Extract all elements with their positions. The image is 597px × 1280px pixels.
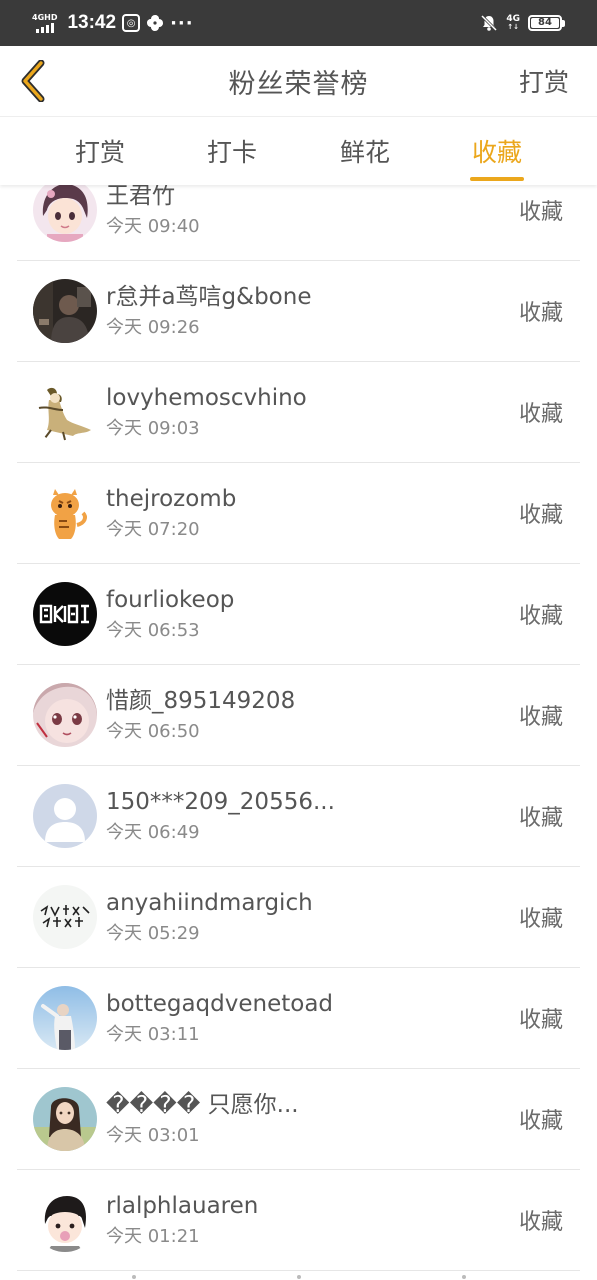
girl-photo-avatar[interactable]: [33, 1087, 97, 1151]
list-item[interactable]: lovyhemoscvhino 今天 09:03 收藏: [17, 362, 580, 463]
tab-checkin[interactable]: 打卡: [177, 117, 287, 185]
favorite-time: 今天 07:20: [106, 519, 200, 540]
action-label: 收藏: [518, 200, 563, 225]
page-title: 粉丝荣誉榜: [228, 68, 369, 100]
action-label: 收藏: [518, 806, 563, 831]
tab-flowers[interactable]: 鲜花: [310, 117, 420, 185]
tiger-cartoon-avatar[interactable]: [33, 481, 97, 545]
data-arrows: ↑↓: [507, 23, 520, 31]
tab-label: 鲜花: [339, 138, 390, 167]
battery-icon: 84: [528, 15, 565, 31]
anime-girl-avatar[interactable]: [33, 683, 97, 747]
fan-list[interactable]: 王君竹 今天 09:40 收藏 r怠并a茑唁g&bone 今天 09:26 收藏: [0, 185, 597, 1280]
action-label: 收藏: [518, 1210, 563, 1235]
tab-reward[interactable]: 打赏: [45, 117, 155, 185]
favorite-time: 今天 06:50: [106, 721, 200, 742]
tab-label: 打赏: [74, 138, 125, 167]
tab-favorites[interactable]: 收藏: [442, 117, 552, 185]
network-4g-icon: 4G ↑↓: [506, 15, 520, 31]
user-name: 惜颜_895149208: [106, 688, 296, 714]
signal-icon: 4GHD: [32, 12, 58, 33]
header: 粉丝荣誉榜 打赏: [0, 46, 597, 117]
status-bar: 4GHD 13:42 ◎ ··· 4G ↑↓ 84: [0, 0, 597, 46]
favorite-time: 今天 09:03: [106, 418, 200, 439]
handwriting-avatar[interactable]: [33, 885, 97, 949]
bottom-indicator-dots: [0, 1274, 597, 1280]
black-text-logo-avatar[interactable]: [33, 582, 97, 646]
status-left: 4GHD 13:42 ◎ ···: [32, 0, 194, 46]
favorite-time: 今天 03:11: [106, 1024, 200, 1045]
user-name: rlalphlauaren: [106, 1193, 259, 1219]
tab-bar: 打赏 打卡 鲜花 收藏: [0, 117, 597, 185]
favorite-time: 今天 09:26: [106, 317, 200, 338]
list-item[interactable]: 150***209_20556... 今天 06:49 收藏: [17, 766, 580, 867]
action-label: 收藏: [518, 402, 563, 427]
action-label: 收藏: [518, 1008, 563, 1033]
tab-label: 打卡: [206, 138, 257, 167]
reward-button[interactable]: 打赏: [519, 46, 569, 116]
list-item[interactable]: ���� 只愿你... 今天 03:01 收藏: [17, 1069, 580, 1170]
more-notifications-dots: ···: [170, 12, 194, 34]
list-item[interactable]: fourliokeop 今天 06:53 收藏: [17, 564, 580, 665]
mute-bell-icon: [480, 14, 498, 32]
app-notification-icon: ◎: [122, 14, 141, 32]
user-name: anyahiindmargich: [106, 890, 313, 916]
favorite-time: 今天 06:53: [106, 620, 200, 641]
user-name: 王君竹: [106, 185, 175, 209]
favorite-time: 今天 09:40: [106, 216, 200, 237]
favorite-time: 今天 03:01: [106, 1125, 200, 1146]
user-name: thejrozomb: [106, 486, 237, 512]
user-name: fourliokeop: [106, 587, 235, 613]
pinwheel-icon: [146, 14, 164, 32]
list-item[interactable]: bottegaqdvenetoad 今天 03:11 收藏: [17, 968, 580, 1069]
action-label: 收藏: [518, 604, 563, 629]
action-label: 收藏: [518, 907, 563, 932]
favorite-time: 今天 01:21: [106, 1226, 200, 1247]
status-time: 13:42: [67, 12, 117, 33]
sky-photo-avatar[interactable]: [33, 986, 97, 1050]
user-name: ���� 只愿你...: [106, 1092, 299, 1118]
battery-level: 84: [531, 18, 559, 28]
action-label: 收藏: [518, 1109, 563, 1134]
dark-photo-avatar[interactable]: [33, 279, 97, 343]
active-tab-indicator: [470, 177, 524, 181]
list-item[interactable]: anyahiindmargich 今天 05:29 收藏: [17, 867, 580, 968]
network-label: 4GHD: [32, 12, 58, 22]
list-item[interactable]: 惜颜_895149208 今天 06:50 收藏: [17, 665, 580, 766]
list-item[interactable]: thejrozomb 今天 07:20 收藏: [17, 463, 580, 564]
user-name: 150***209_20556...: [106, 789, 335, 815]
action-label: 收藏: [518, 503, 563, 528]
user-name: lovyhemoscvhino: [106, 385, 307, 411]
cartoon-girl-avatar[interactable]: [33, 185, 97, 242]
favorite-time: 今天 06:49: [106, 822, 200, 843]
user-name: r怠并a茑唁g&bone: [106, 284, 312, 310]
status-right: 4G ↑↓ 84: [480, 0, 565, 46]
default-user-avatar[interactable]: [33, 784, 97, 848]
action-label: 收藏: [518, 301, 563, 326]
tab-label: 收藏: [471, 138, 522, 167]
user-name: bottegaqdvenetoad: [106, 991, 334, 1017]
favorite-time: 今天 05:29: [106, 923, 200, 944]
list-item[interactable]: 王君竹 今天 09:40 收藏: [17, 185, 580, 261]
list-item[interactable]: rlalphlauaren 今天 01:21 收藏: [17, 1170, 580, 1271]
list-item[interactable]: r怠并a茑唁g&bone 今天 09:26 收藏: [17, 261, 580, 362]
cartoon-boy-avatar[interactable]: [33, 1188, 97, 1252]
action-label: 收藏: [518, 705, 563, 730]
cartoon-figure-avatar[interactable]: [33, 380, 97, 444]
